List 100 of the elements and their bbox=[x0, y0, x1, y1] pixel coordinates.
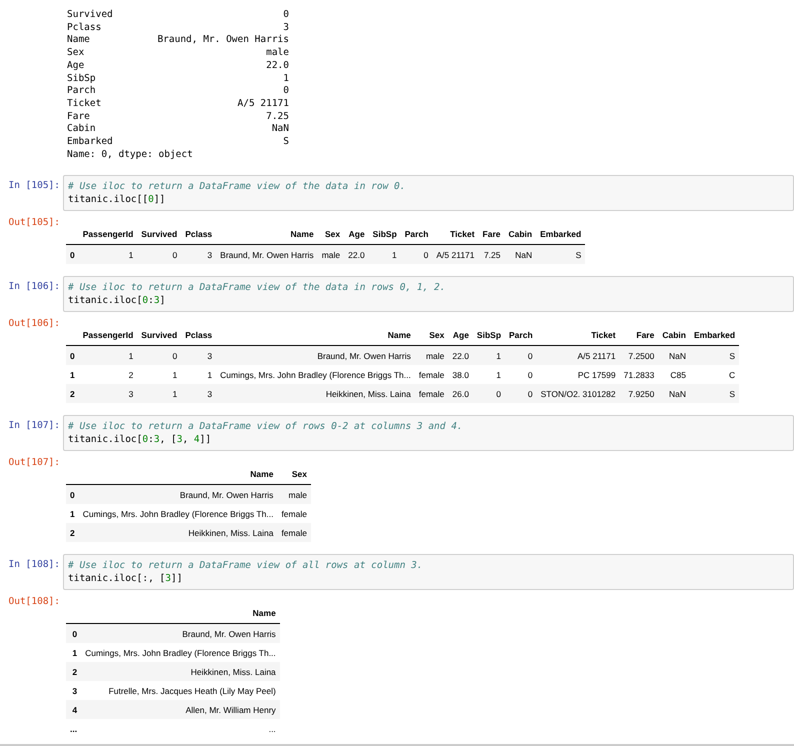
row-index: 1 bbox=[66, 504, 79, 524]
table-cell: Cumings, Mrs. John Bradley (Florence Briggs Th... bbox=[78, 504, 278, 524]
series-value: 3 bbox=[283, 22, 289, 34]
series-label: Age bbox=[67, 60, 84, 73]
table-cell-text: ... bbox=[268, 722, 277, 736]
series-label: Embarked bbox=[67, 136, 113, 149]
table-cell: 1 bbox=[368, 244, 401, 264]
series-value: 22.0 bbox=[266, 60, 289, 73]
row-index: 2 bbox=[66, 523, 79, 542]
table-cell: 7.2500 bbox=[620, 346, 658, 366]
row-index: 0 bbox=[66, 624, 82, 644]
series-label: Parch bbox=[67, 85, 96, 98]
table-cell: 0 bbox=[400, 244, 432, 264]
table-cell: C bbox=[690, 365, 740, 384]
table-cell: 22.0 bbox=[344, 244, 369, 264]
table-cell: A/5 21171 bbox=[536, 346, 620, 366]
table-cell: Braund, Mr. Owen Harris bbox=[216, 346, 415, 366]
row-index: ... bbox=[69, 722, 78, 736]
table-cell: 7.25 bbox=[478, 244, 504, 264]
series-label: Name bbox=[67, 34, 90, 48]
table-cell: S bbox=[536, 244, 586, 264]
table-cell: 1 bbox=[137, 365, 182, 384]
table-cell: NaN bbox=[504, 244, 536, 264]
table-cell: S bbox=[690, 346, 740, 366]
table-cell: 3 bbox=[181, 346, 216, 366]
output-prompt: Out[107]: bbox=[8, 457, 60, 468]
table-cell: 3 bbox=[181, 384, 216, 404]
table-cell: NaN bbox=[658, 384, 690, 404]
table-cell: 1 bbox=[181, 365, 216, 384]
series-label: Sex bbox=[67, 47, 84, 60]
series-label: SibSp bbox=[67, 72, 96, 86]
table-cell: C85 bbox=[658, 365, 690, 384]
row-index: 2 bbox=[66, 662, 82, 682]
series-value: 0 bbox=[283, 85, 289, 98]
table-cell: Heikkinen, Miss. Laina bbox=[78, 523, 278, 542]
series-value: 0 bbox=[283, 9, 289, 22]
table-cell: female bbox=[277, 504, 311, 524]
table-cell: Braund, Mr. Owen Harris bbox=[216, 244, 318, 264]
input-prompt: In [105]: bbox=[8, 180, 60, 192]
table-cell: 0 bbox=[505, 384, 537, 404]
row-index: 2 bbox=[66, 384, 79, 404]
table-cell: male bbox=[414, 346, 448, 366]
table-cell: 1 bbox=[137, 384, 182, 404]
series-label: Survived bbox=[67, 9, 113, 22]
table-cell: NaN bbox=[658, 346, 690, 366]
table-cell: 0 bbox=[137, 244, 182, 264]
table-cell: PC 17599 bbox=[536, 365, 620, 384]
input-prompt: In [107]: bbox=[8, 420, 60, 432]
series-label: Fare bbox=[67, 110, 90, 124]
output-prompt: Out[106]: bbox=[8, 318, 60, 330]
table-cell: Cumings, Mrs. John Bradley (Florence Briggs Th... bbox=[81, 643, 280, 662]
table-cell: male bbox=[277, 484, 311, 504]
series-value: 1 bbox=[283, 72, 289, 86]
table-cell: STON/O2. 3101282 bbox=[536, 384, 620, 404]
row-index: 1 bbox=[66, 643, 82, 662]
table-cell: 1 bbox=[472, 365, 506, 384]
output-prompt: Out[108]: bbox=[8, 596, 60, 608]
table-cell: Futrelle, Mrs. Jacques Heath (Lily May Peel) bbox=[81, 681, 280, 700]
series-footer: Name: 0, dtype: object bbox=[67, 148, 193, 162]
series-label: Pclass bbox=[67, 22, 102, 34]
row-index: 1 bbox=[66, 365, 79, 384]
row-index: 3 bbox=[66, 681, 82, 700]
input-prompt: In [106]: bbox=[8, 281, 60, 292]
table-cell: Cumings, Mrs. John Bradley (Florence Briggs Th... bbox=[216, 365, 415, 384]
table-cell: 0 bbox=[137, 346, 182, 366]
table-cell: 38.0 bbox=[448, 365, 473, 384]
code-cell[interactable]: # Use iloc to return a DataFrame view of rows 0-2 at columns 3 and 4. titanic.iloc[0:3, [3, 4]] bbox=[63, 415, 794, 452]
table-cell: 2 bbox=[78, 365, 138, 384]
table-cell: A/5 21171 bbox=[432, 244, 479, 264]
code-cell[interactable]: # Use iloc to return a DataFrame view of the data in row 0. titanic.iloc[[0]] bbox=[63, 175, 794, 212]
table-cell: 1 bbox=[78, 244, 138, 264]
code-cell[interactable]: # Use iloc to return a DataFrame view of the data in rows 0, 1, 2. titanic.iloc[0:3] bbox=[63, 276, 794, 312]
table-cell: 0 bbox=[472, 384, 506, 404]
table-cell: Allen, Mr. William Henry bbox=[81, 700, 280, 720]
table-cell: S bbox=[690, 384, 740, 404]
row-index: 0 bbox=[66, 346, 79, 366]
table-cell: Braund, Mr. Owen Harris bbox=[78, 484, 278, 504]
table-cell: female bbox=[277, 523, 311, 542]
table-cell: 0 bbox=[505, 346, 537, 366]
table-cell: Heikkinen, Miss. Laina bbox=[81, 662, 280, 682]
table-cell: female bbox=[414, 384, 448, 404]
table-cell: Heikkinen, Miss. Laina bbox=[216, 384, 415, 404]
table-cell: 3 bbox=[181, 244, 216, 264]
output-prompt: Out[105]: bbox=[8, 217, 60, 228]
series-value: 7.25 bbox=[266, 110, 289, 124]
table-cell: 0 bbox=[505, 365, 537, 384]
table-cell: female bbox=[414, 365, 448, 384]
code-cell[interactable]: # Use iloc to return a DataFrame view of all rows at column 3. titanic.iloc[:, [3]] bbox=[63, 554, 794, 590]
table-cell: 26.0 bbox=[448, 384, 473, 404]
series-label: Cabin bbox=[67, 123, 96, 136]
series-value: S bbox=[283, 136, 289, 149]
series-value: male bbox=[266, 47, 289, 60]
row-index: 0 bbox=[66, 244, 79, 264]
series-value: A/5 21171 bbox=[238, 98, 289, 111]
table-cell: 71.2833 bbox=[620, 365, 658, 384]
row-index: 4 bbox=[66, 700, 82, 720]
table-cell: 3 bbox=[78, 384, 138, 404]
table-cell: 1 bbox=[78, 346, 138, 366]
table-cell: Braund, Mr. Owen Harris bbox=[81, 624, 280, 644]
input-prompt: In [108]: bbox=[8, 559, 60, 570]
